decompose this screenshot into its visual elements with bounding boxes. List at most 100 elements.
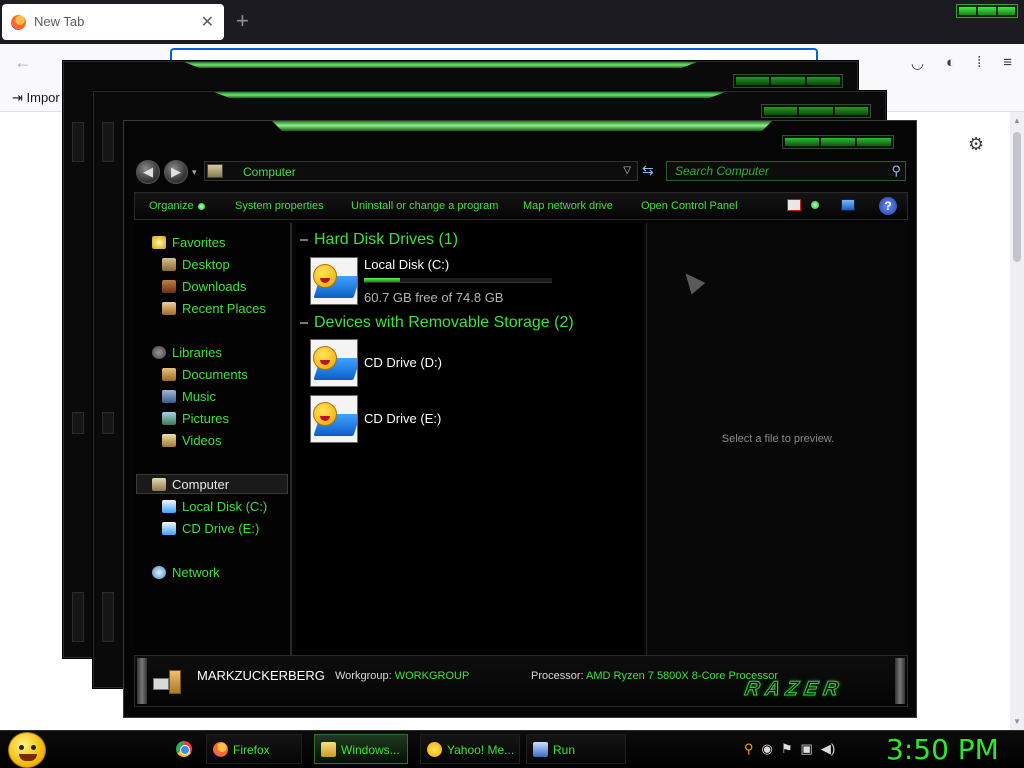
back-arrow-icon[interactable]: ← — [14, 52, 32, 73]
nav-network[interactable]: Network — [152, 565, 220, 580]
computer-icon — [152, 478, 166, 491]
group-header-hdd-label: Hard Disk Drives (1) — [314, 231, 459, 248]
page-scrollbar[interactable]: ▲ ▼ — [1010, 112, 1024, 730]
taskbar-windows-explorer[interactable]: Windows... — [314, 734, 408, 764]
preview-pane-icon[interactable] — [841, 199, 855, 211]
tab-new-tab[interactable]: New Tab ✕ — [2, 4, 224, 40]
documents-icon — [162, 368, 176, 381]
gear-icon[interactable]: ⚙ — [968, 134, 984, 155]
browser-window-controls[interactable] — [956, 4, 1018, 18]
firefox-logo-icon — [11, 15, 26, 30]
nav-local-disk[interactable]: Local Disk (C:) — [162, 499, 267, 514]
scroll-thumb[interactable] — [1013, 132, 1021, 262]
volume-icon[interactable]: ◀) — [821, 741, 835, 757]
details-pane: MARKZUCKERBERG Workgroup: WORKGROUP Proc… — [134, 655, 908, 707]
group-header-removable-label: Devices with Removable Storage (2) — [314, 314, 574, 331]
chevron-down-icon[interactable]: ▽ — [623, 165, 631, 176]
account-icon[interactable]: ◐ — [946, 54, 955, 72]
razer-logo: RAZER — [743, 678, 847, 701]
search-icon[interactable]: ⚲ — [744, 741, 754, 757]
search-input[interactable]: Search Computer ⚲ — [666, 161, 906, 181]
nav-cd-drive[interactable]: CD Drive (E:) — [162, 521, 259, 536]
group-header-removable[interactable]: Devices with Removable Storage (2) — [300, 314, 574, 332]
organize-button[interactable]: Organize — [149, 200, 205, 212]
menu-icon[interactable]: ≡ — [1003, 54, 1012, 72]
nav-pictures[interactable]: Pictures — [162, 411, 229, 426]
organize-label: Organize — [149, 200, 194, 212]
window-controls[interactable] — [761, 104, 871, 118]
refresh-icon[interactable]: ⇆ — [642, 162, 654, 179]
search-icon: ⚲ — [891, 163, 901, 178]
firefox-icon — [213, 742, 228, 757]
close-button[interactable] — [857, 138, 891, 146]
tab-close-button[interactable]: ✕ — [201, 12, 214, 32]
file-list: Hard Disk Drives (1) Local Disk (C:) 60.… — [296, 223, 644, 655]
cd-drive-d-name[interactable]: CD Drive (D:) — [364, 355, 442, 370]
map-network-drive-button[interactable]: Map network drive — [523, 200, 613, 212]
local-disk-icon[interactable] — [310, 257, 358, 305]
nav-cd-drive-label: CD Drive (E:) — [182, 521, 260, 536]
nav-music[interactable]: Music — [162, 389, 216, 404]
nav-libraries-label: Libraries — [172, 345, 222, 360]
workgroup-label: Workgroup: — [335, 670, 392, 682]
address-bar[interactable]: Computer ▽ — [204, 161, 638, 181]
uninstall-program-button[interactable]: Uninstall or change a program — [351, 200, 498, 212]
group-header-hdd[interactable]: Hard Disk Drives (1) — [300, 231, 458, 249]
cd-drive-e-name[interactable]: CD Drive (E:) — [364, 411, 441, 426]
back-button[interactable]: ◀ — [136, 160, 160, 184]
extensions-icon[interactable]: ⁞ — [977, 54, 981, 72]
taskbar-yahoo-messenger[interactable]: Yahoo! Me... — [420, 734, 520, 764]
workgroup-value: WORKGROUP — [394, 670, 470, 682]
computer-name: MARKZUCKERBERG — [197, 668, 325, 683]
nav-videos[interactable]: Videos — [162, 433, 222, 448]
disk-usage-bar — [364, 278, 552, 283]
cd-drive-e-icon[interactable] — [310, 395, 358, 443]
new-tab-button[interactable]: + — [236, 8, 249, 34]
libraries-icon — [152, 346, 166, 359]
nav-libraries[interactable]: Libraries — [152, 345, 222, 360]
taskbar-firefox-label: Firefox — [233, 743, 270, 757]
minimize-button[interactable] — [785, 138, 819, 146]
import-bookmarks-button[interactable]: ⇥ Impor — [12, 90, 60, 106]
nav-videos-label: Videos — [182, 433, 222, 448]
system-properties-button[interactable]: System properties — [235, 200, 324, 212]
taskbar-firefox[interactable]: Firefox — [206, 734, 302, 764]
forward-button[interactable]: ▶ — [164, 160, 188, 184]
nav-desktop-label: Desktop — [182, 257, 230, 272]
scroll-down-icon[interactable]: ▼ — [1013, 717, 1021, 726]
cd-drive-d-icon[interactable] — [310, 339, 358, 387]
address-text: Computer — [243, 165, 296, 179]
chrome-icon[interactable] — [176, 741, 192, 757]
window-controls[interactable] — [733, 74, 843, 88]
recent-pages-dropdown[interactable]: ▾ — [192, 167, 197, 178]
taskbar-run[interactable]: Run — [526, 734, 626, 764]
nav-recent-places[interactable]: Recent Places — [162, 301, 266, 316]
maximize-button[interactable] — [821, 138, 855, 146]
workgroup-info: Workgroup: WORKGROUP — [335, 670, 469, 682]
folder-icon — [321, 742, 336, 757]
view-options-dot-icon[interactable] — [811, 201, 819, 209]
explorer-window: ◀ ▶ ▾ Computer ▽ ⇆ Search Computer ⚲ Org… — [123, 120, 917, 718]
scroll-up-icon[interactable]: ▲ — [1013, 116, 1021, 125]
local-disk-name[interactable]: Local Disk (C:) — [364, 257, 449, 272]
nav-documents[interactable]: Documents — [162, 367, 248, 382]
preview-pane: Select a file to preview. — [646, 223, 908, 655]
nav-computer[interactable]: Computer — [152, 477, 229, 492]
clock[interactable]: 3:50 PM — [886, 733, 999, 766]
start-button[interactable] — [8, 732, 46, 768]
dropdown-dot-icon — [197, 202, 205, 210]
nav-favorites[interactable]: Favorites — [152, 235, 225, 250]
nav-downloads[interactable]: Downloads — [162, 279, 246, 294]
drive-icon — [162, 500, 176, 513]
network-tray-icon[interactable]: ▣ — [801, 741, 813, 757]
window-controls[interactable] — [782, 135, 894, 149]
action-center-icon[interactable]: ⚑ — [781, 741, 793, 757]
messenger-tray-icon[interactable]: ◉ — [762, 741, 773, 757]
pocket-icon[interactable]: ◡ — [911, 54, 924, 72]
open-control-panel-button[interactable]: Open Control Panel — [641, 200, 738, 212]
help-button[interactable]: ? — [879, 197, 897, 215]
processor-info: Processor: AMD Ryzen 7 5800X 8-Core Proc… — [531, 670, 778, 682]
change-view-icon[interactable] — [787, 199, 801, 211]
nav-desktop[interactable]: Desktop — [162, 257, 230, 272]
taskbar: Firefox Windows... Yahoo! Me... Run ⚲ ◉ … — [0, 730, 1024, 768]
